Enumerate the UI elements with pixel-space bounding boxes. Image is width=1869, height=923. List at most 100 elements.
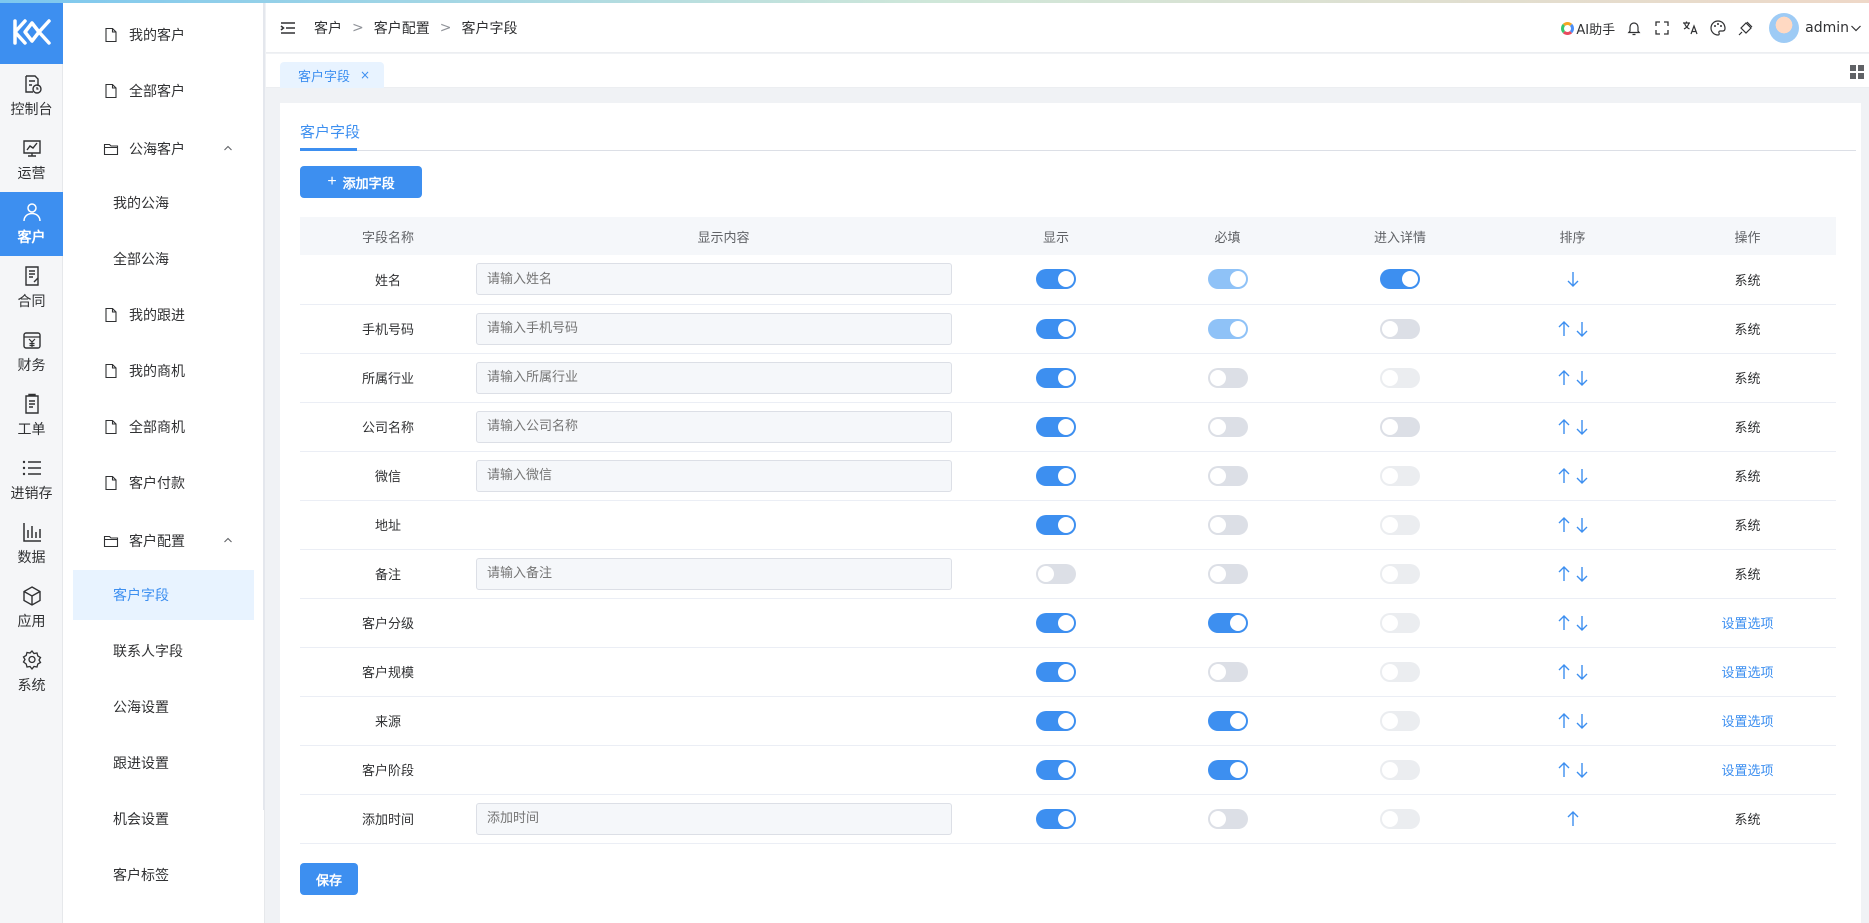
submenu-followup-settings[interactable]: 跟进设置 <box>73 738 254 788</box>
detail-switch[interactable] <box>1380 514 1420 535</box>
show-switch[interactable] <box>1036 710 1076 731</box>
arrow-up-icon[interactable] <box>1556 369 1572 387</box>
show-switch[interactable] <box>1036 416 1076 437</box>
submenu-all-opportunities[interactable]: 全部商机 <box>73 402 254 452</box>
menu-fold-icon[interactable] <box>280 20 296 36</box>
show-switch[interactable] <box>1036 465 1076 486</box>
display-content-input[interactable] <box>476 802 952 835</box>
show-switch[interactable] <box>1036 367 1076 388</box>
detail-switch[interactable] <box>1380 269 1420 290</box>
rail-item-5[interactable]: 工单 <box>0 384 63 448</box>
submenu-customer-tags[interactable]: 客户标签 <box>73 850 254 900</box>
rail-item-6[interactable]: 进销存 <box>0 448 63 512</box>
display-content-input[interactable] <box>476 459 952 492</box>
display-content-input[interactable] <box>476 557 952 590</box>
set-options-link[interactable]: 设置选项 <box>1721 617 1773 632</box>
arrow-down-icon[interactable] <box>1574 565 1590 583</box>
rail-item-1[interactable]: 运营 <box>0 128 63 192</box>
submenu-contact-fields[interactable]: 联系人字段 <box>73 626 254 676</box>
submenu-customer-fields[interactable]: 客户字段 <box>73 570 254 620</box>
rail-item-0[interactable]: 控制台 <box>0 64 63 128</box>
save-button[interactable]: 保存 <box>300 863 358 895</box>
required-switch[interactable] <box>1207 710 1248 731</box>
detail-switch[interactable] <box>1380 661 1420 682</box>
set-options-link[interactable]: 设置选项 <box>1721 715 1773 730</box>
submenu-opportunity-settings[interactable]: 机会设置 <box>73 794 254 844</box>
tab-customer-fields[interactable]: 客户字段 × <box>280 62 385 88</box>
grid-icon[interactable] <box>1849 64 1865 80</box>
fullscreen-icon[interactable] <box>1653 19 1671 37</box>
rail-item-4[interactable]: 财务 <box>0 320 63 384</box>
arrow-down-icon[interactable] <box>1574 418 1590 436</box>
arrow-up-icon[interactable] <box>1565 810 1581 828</box>
required-switch[interactable] <box>1207 759 1248 780</box>
show-switch[interactable] <box>1036 269 1076 290</box>
arrow-down-icon[interactable] <box>1574 516 1590 534</box>
chevron-down-icon[interactable] <box>1849 21 1863 35</box>
detail-switch[interactable] <box>1380 710 1420 731</box>
arrow-up-icon[interactable] <box>1556 761 1572 779</box>
detail-switch[interactable] <box>1380 318 1420 339</box>
submenu-all-customers[interactable]: 全部客户 <box>73 66 254 116</box>
rail-item-8[interactable]: 应用 <box>0 576 63 640</box>
rail-item-7[interactable]: 数据 <box>0 512 63 576</box>
arrow-down-icon[interactable] <box>1574 369 1590 387</box>
arrow-up-icon[interactable] <box>1556 663 1572 681</box>
arrow-down-icon[interactable] <box>1574 712 1590 730</box>
submenu-scrollbar[interactable] <box>263 0 265 810</box>
submenu-pool-settings[interactable]: 公海设置 <box>73 682 254 732</box>
translate-icon[interactable] <box>1681 19 1699 37</box>
required-switch[interactable] <box>1207 661 1248 682</box>
required-switch[interactable] <box>1207 514 1248 535</box>
submenu-my-pool[interactable]: 我的公海 <box>73 178 254 228</box>
required-switch[interactable] <box>1207 465 1248 486</box>
arrow-down-icon[interactable] <box>1574 467 1590 485</box>
brush-icon[interactable] <box>1737 19 1755 37</box>
palette-icon[interactable] <box>1709 19 1727 37</box>
required-switch[interactable] <box>1207 808 1248 829</box>
submenu-my-customers[interactable]: 我的客户 <box>73 10 254 60</box>
display-content-input[interactable] <box>476 410 952 443</box>
show-switch[interactable] <box>1036 563 1076 584</box>
arrow-up-icon[interactable] <box>1556 712 1572 730</box>
required-switch[interactable] <box>1207 318 1248 339</box>
arrow-down-icon[interactable] <box>1574 320 1590 338</box>
ai-assistant-button[interactable]: AI助手 <box>1561 19 1615 38</box>
detail-switch[interactable] <box>1380 808 1420 829</box>
arrow-up-icon[interactable] <box>1556 614 1572 632</box>
submenu-public-pool[interactable]: 公海客户 <box>73 124 254 174</box>
arrow-up-icon[interactable] <box>1556 516 1572 534</box>
detail-switch[interactable] <box>1380 759 1420 780</box>
show-switch[interactable] <box>1036 661 1076 682</box>
arrow-up-icon[interactable] <box>1556 467 1572 485</box>
submenu-all-pool[interactable]: 全部公海 <box>73 234 254 284</box>
add-field-button[interactable]: + 添加字段 <box>300 166 422 198</box>
submenu-my-opportunities[interactable]: 我的商机 <box>73 346 254 396</box>
username[interactable]: admin <box>1805 20 1849 36</box>
arrow-up-icon[interactable] <box>1556 320 1572 338</box>
content-tab-customer-fields[interactable]: 客户字段 <box>300 121 360 142</box>
submenu-customer-payments[interactable]: 客户付款 <box>73 458 254 508</box>
display-content-input[interactable] <box>476 312 952 345</box>
show-switch[interactable] <box>1036 808 1076 829</box>
required-switch[interactable] <box>1207 269 1248 290</box>
arrow-down-icon[interactable] <box>1574 614 1590 632</box>
breadcrumb-item[interactable]: 客户配置 <box>374 18 430 38</box>
detail-switch[interactable] <box>1380 465 1420 486</box>
submenu-my-followups[interactable]: 我的跟进 <box>73 290 254 340</box>
detail-switch[interactable] <box>1380 612 1420 633</box>
set-options-link[interactable]: 设置选项 <box>1721 666 1773 681</box>
avatar[interactable] <box>1769 13 1800 43</box>
detail-switch[interactable] <box>1380 563 1420 584</box>
breadcrumb-item[interactable]: 客户 <box>314 18 342 38</box>
required-switch[interactable] <box>1207 416 1248 437</box>
required-switch[interactable] <box>1207 612 1248 633</box>
set-options-link[interactable]: 设置选项 <box>1721 764 1773 779</box>
rail-item-2[interactable]: 客户 <box>0 192 63 256</box>
show-switch[interactable] <box>1036 318 1076 339</box>
show-switch[interactable] <box>1036 612 1076 633</box>
app-logo[interactable] <box>0 0 63 64</box>
show-switch[interactable] <box>1036 759 1076 780</box>
show-switch[interactable] <box>1036 514 1076 535</box>
rail-item-3[interactable]: 合同 <box>0 256 63 320</box>
